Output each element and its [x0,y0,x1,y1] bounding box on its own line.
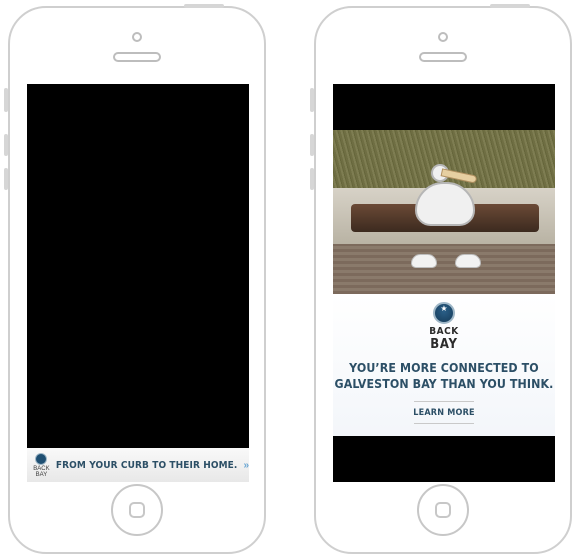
interstitial-ad[interactable]: ★ BACK BAY YOU’RE MORE CONNECTED TO GALV… [333,130,555,436]
banner-ad-text: FROM YOUR CURB TO THEIR HOME. [55,459,238,471]
logo-line-2: BAY [430,337,458,352]
power-button [490,4,530,8]
phone-screen-left: BACK BAY FROM YOUR CURB TO THEIR HOME. » [27,84,249,482]
small-bird [455,254,481,268]
logo-line-1: BACK [429,326,459,337]
mute-switch [4,88,8,112]
star-icon: ★ [440,304,448,313]
ad-headline: YOU’RE MORE CONNECTED TO GALVESTON BAY T… [333,360,555,392]
front-camera-icon [132,32,142,42]
volume-down-button [4,168,8,190]
ad-hero-image [333,130,555,294]
street [333,244,555,294]
phone-left: BACK BAY FROM YOUR CURB TO THEIR HOME. » [4,4,266,554]
back-bay-mini-logo: BACK BAY [33,452,50,478]
back-bay-emblem-icon [35,452,48,465]
mute-switch [310,88,314,112]
speaker-grille [419,52,467,62]
back-bay-logo: ★ BACK BAY [404,302,484,352]
headline-line-2: GALVESTON BAY THAN YOU THINK. [334,377,554,391]
home-button[interactable] [111,484,163,536]
back-bay-mini-logo-text: BACK BAY [33,465,50,478]
small-bird [411,254,437,268]
headline-line-1: YOU’RE MORE CONNECTED TO [349,361,539,375]
power-button [184,4,224,8]
volume-up-button [4,134,8,156]
ad-body: ★ BACK BAY YOU’RE MORE CONNECTED TO GALV… [333,294,555,436]
back-bay-emblem-icon: ★ [433,302,455,324]
volume-up-button [310,134,314,156]
home-button[interactable] [417,484,469,536]
banner-ad[interactable]: BACK BAY FROM YOUR CURB TO THEIR HOME. » [27,448,249,482]
phone-right: ★ BACK BAY YOU’RE MORE CONNECTED TO GALV… [310,4,572,554]
home-square-icon [435,502,451,518]
cta-divider-bottom [414,423,474,424]
phone-screen-right: ★ BACK BAY YOU’RE MORE CONNECTED TO GALV… [333,84,555,482]
home-square-icon [129,502,145,518]
cta-divider-top [414,401,474,402]
speaker-grille [113,52,161,62]
front-camera-icon [438,32,448,42]
learn-more-button[interactable]: LEARN MORE [403,404,485,422]
chevron-right-icon: » [243,459,249,471]
volume-down-button [310,168,314,190]
